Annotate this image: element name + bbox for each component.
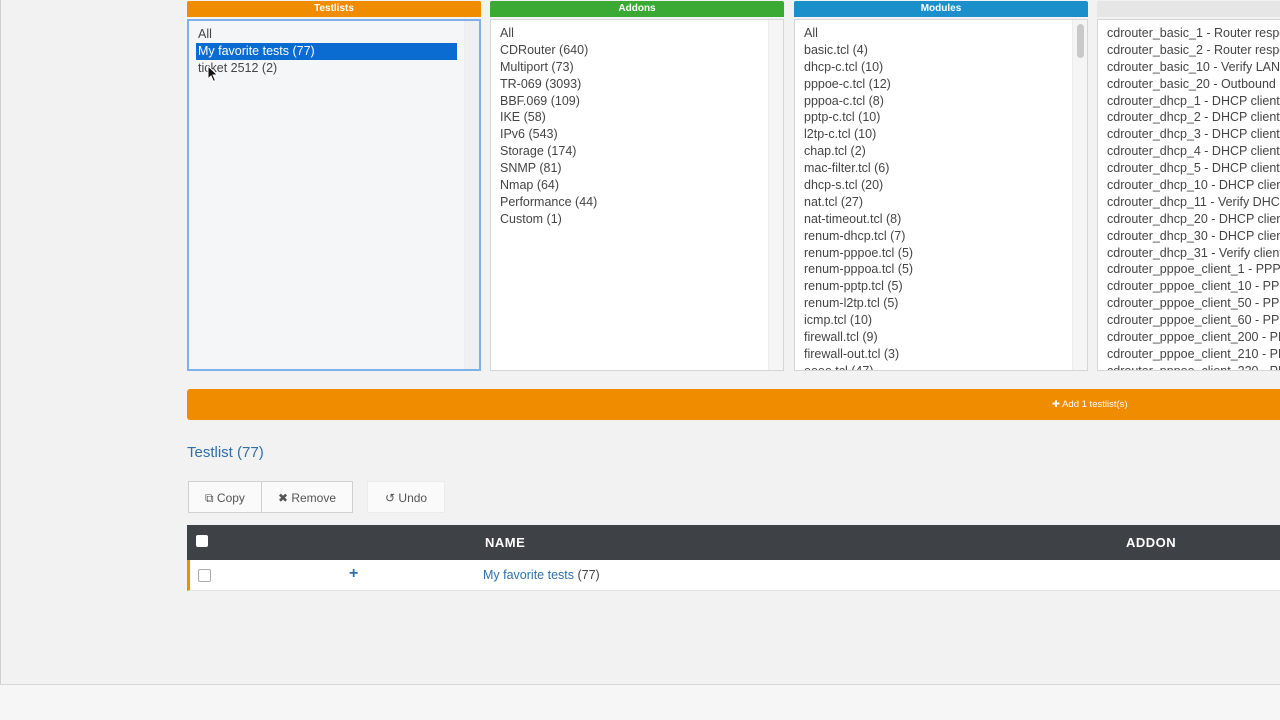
addons-listbox[interactable]: All CDRouter (640) Multiport (73) TR-069 (3… (490, 19, 784, 371)
module-item[interactable]: pptp-c.tcl (10) (795, 109, 1087, 126)
module-item[interactable]: dhcp-c.tcl (10) (795, 59, 1087, 76)
addon-item[interactable]: SNMP (81) (491, 160, 783, 177)
module-item[interactable]: dhcp-s.tcl (20) (795, 177, 1087, 194)
module-item[interactable]: pppoe-c.tcl (12) (795, 76, 1087, 93)
modules-listbox[interactable]: All basic.tcl (4) dhcp-c.tcl (10) pppoe-c.t… (794, 19, 1088, 371)
testlist-actions: ⧉ Copy ✖ Remove (188, 481, 354, 513)
test-item[interactable]: cdrouter_dhcp_5 - DHCP client (1098, 160, 1280, 177)
module-item[interactable]: renum-pppoe.tcl (5) (795, 245, 1087, 262)
row-checkbox[interactable] (198, 569, 211, 582)
addon-item[interactable]: CDRouter (640) (491, 42, 783, 59)
test-item[interactable]: cdrouter_dhcp_11 - Verify DHC (1098, 194, 1280, 211)
test-item[interactable]: cdrouter_pppoe_client_220 - PP (1098, 363, 1280, 370)
test-item[interactable]: cdrouter_dhcp_4 - DHCP client (1098, 143, 1280, 160)
module-item[interactable]: l2tp-c.tcl (10) (795, 126, 1087, 143)
module-item[interactable]: pppoa-c.tcl (8) (795, 93, 1087, 110)
undo-icon: ↺ (385, 491, 396, 505)
footer-area (0, 685, 1280, 720)
undo-button[interactable]: ↺ Undo (367, 481, 446, 513)
test-item[interactable]: cdrouter_basic_20 - Outbound p (1098, 76, 1280, 93)
copy-icon: ⧉ (205, 491, 214, 505)
tests-listbox[interactable]: cdrouter_basic_1 - Router respo cdrouter_… (1097, 19, 1280, 371)
table-header: NAME ADDON (187, 525, 1280, 560)
testlists-panel: Testlists All My favorite tests (77) tic… (187, 1, 481, 371)
module-item[interactable]: nat-timeout.tcl (8) (795, 211, 1087, 228)
module-item[interactable]: nat.tcl (27) (795, 194, 1087, 211)
testlist-title: Testlist (77) (187, 444, 264, 461)
test-item[interactable]: cdrouter_dhcp_30 - DHCP client (1098, 228, 1280, 245)
module-item[interactable]: eeee.tcl (47) (795, 363, 1087, 370)
testlists-listbox[interactable]: All My favorite tests (77) ticket 2512 (… (187, 19, 481, 371)
table-row[interactable]: + My favorite tests (77) (187, 560, 1280, 591)
addons-scrollbar[interactable] (768, 20, 783, 370)
module-item[interactable]: renum-l2tp.tcl (5) (795, 295, 1087, 312)
test-item[interactable]: cdrouter_pppoe_client_210 - PP (1098, 346, 1280, 363)
testlist-item-ticket-2512[interactable]: ticket 2512 (2) (189, 60, 479, 77)
test-item[interactable]: cdrouter_dhcp_31 - Verify client (1098, 245, 1280, 262)
test-item[interactable]: cdrouter_dhcp_10 - DHCP client (1098, 177, 1280, 194)
addon-item[interactable]: Nmap (64) (491, 177, 783, 194)
addons-panel: Addons All CDRouter (640) Multiport (73) TR… (490, 1, 784, 371)
copy-button[interactable]: ⧉ Copy (188, 481, 262, 513)
module-item[interactable]: mac-filter.tcl (6) (795, 160, 1087, 177)
addon-item[interactable]: Performance (44) (491, 194, 783, 211)
modules-scroll-thumb[interactable] (1077, 24, 1084, 58)
module-item[interactable]: firewall.tcl (9) (795, 329, 1087, 346)
add-testlist-button[interactable]: ✚ Add 1 testlist(s) (187, 389, 1280, 420)
addon-item[interactable]: IPv6 (543) (491, 126, 783, 143)
test-item[interactable]: cdrouter_dhcp_3 - DHCP client (1098, 126, 1280, 143)
module-item[interactable]: renum-pppoa.tcl (5) (795, 261, 1087, 278)
x-icon: ✖ (277, 491, 288, 505)
module-item[interactable]: firewall-out.tcl (3) (795, 346, 1087, 363)
test-item[interactable]: cdrouter_pppoe_client_50 - PPP (1098, 295, 1280, 312)
add-testlist-label: Add 1 testlist(s) (1062, 399, 1128, 410)
test-item[interactable]: cdrouter_dhcp_20 - DHCP client (1098, 211, 1280, 228)
module-item[interactable]: icmp.tcl (10) (795, 312, 1087, 329)
module-item[interactable]: renum-pptp.tcl (5) (795, 278, 1087, 295)
test-item[interactable]: cdrouter_pppoe_client_200 - PP (1098, 329, 1280, 346)
addon-item[interactable]: IKE (58) (491, 109, 783, 126)
testlist-item-my-favorite-tests[interactable]: My favorite tests (77) (196, 42, 457, 60)
module-item[interactable]: chap.tcl (2) (795, 143, 1087, 160)
module-item[interactable]: renum-dhcp.tcl (7) (795, 228, 1087, 245)
test-item[interactable]: cdrouter_basic_2 - Router respo (1098, 42, 1280, 59)
testlist-item-all[interactable]: All (189, 26, 479, 43)
test-item[interactable]: cdrouter_pppoe_client_1 - PPPo (1098, 261, 1280, 278)
addon-item[interactable]: TR-069 (3093) (491, 76, 783, 93)
mouse-cursor-icon (207, 65, 219, 83)
test-item[interactable]: cdrouter_pppoe_client_10 - PPP (1098, 278, 1280, 295)
left-edge-rule (0, 0, 1, 720)
test-item[interactable]: cdrouter_pppoe_client_60 - PPP (1098, 312, 1280, 329)
expand-row-icon[interactable]: + (349, 565, 358, 583)
select-all-checkbox[interactable] (196, 535, 208, 547)
modules-header: Modules (794, 1, 1088, 17)
tests-header (1097, 1, 1280, 17)
test-item[interactable]: cdrouter_dhcp_1 - DHCP client (1098, 93, 1280, 110)
addons-header: Addons (490, 1, 784, 17)
column-addon[interactable]: ADDON (1126, 535, 1176, 550)
test-item[interactable]: cdrouter_dhcp_2 - DHCP client (1098, 109, 1280, 126)
module-item[interactable]: basic.tcl (4) (795, 42, 1087, 59)
addon-item[interactable]: BBF.069 (109) (491, 93, 783, 110)
testlists-scrollbar[interactable] (464, 21, 479, 369)
module-item[interactable]: All (795, 25, 1087, 42)
modules-panel: Modules All basic.tcl (4) dhcp-c.tcl (10) p… (794, 1, 1088, 371)
plus-icon: ✚ (1052, 399, 1060, 410)
column-name[interactable]: NAME (485, 535, 525, 550)
remove-button[interactable]: ✖ Remove (261, 481, 354, 513)
addon-item[interactable]: Storage (174) (491, 143, 783, 160)
modules-scrollbar[interactable] (1072, 20, 1087, 370)
addon-item[interactable]: All (491, 25, 783, 42)
addon-item[interactable]: Multiport (73) (491, 59, 783, 76)
addon-item[interactable]: Custom (1) (491, 211, 783, 228)
test-item[interactable]: cdrouter_basic_10 - Verify LAN (1098, 59, 1280, 76)
row-name-link[interactable]: My favorite tests (77) (483, 568, 600, 582)
tests-panel: cdrouter_basic_1 - Router respo cdrouter_… (1097, 1, 1280, 371)
testlists-header: Testlists (187, 1, 481, 17)
test-item[interactable]: cdrouter_basic_1 - Router respo (1098, 25, 1280, 42)
